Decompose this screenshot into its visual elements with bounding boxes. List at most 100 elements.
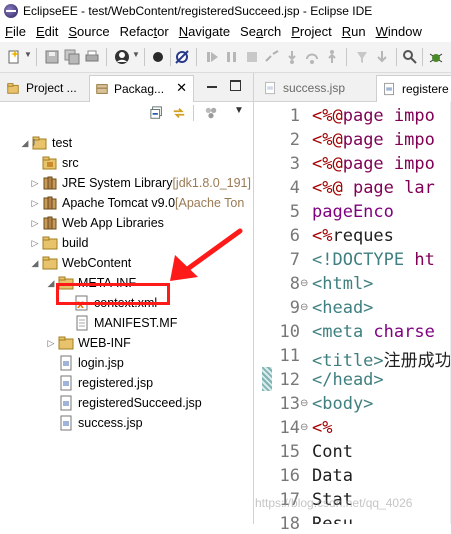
resume-icon[interactable] xyxy=(204,49,220,65)
project-icon: J xyxy=(32,135,48,151)
collapsed-arrow-icon[interactable]: ▷ xyxy=(46,338,56,349)
tree-item-suffix: [Apache Ton xyxy=(175,196,245,210)
jsp-file-icon xyxy=(265,81,275,95)
menu-refactor[interactable]: Refactor xyxy=(120,24,169,39)
save-icon[interactable] xyxy=(44,49,60,65)
line-number: 9 xyxy=(289,298,300,318)
code-line: <%@page impo xyxy=(312,154,435,174)
menu-search[interactable]: Search xyxy=(240,24,281,39)
step-into-icon[interactable] xyxy=(284,49,300,65)
skip-breakpoints-icon[interactable] xyxy=(174,49,190,65)
tree-item-label: test xyxy=(52,136,73,150)
annotation-arrow xyxy=(170,228,243,281)
menu-edit[interactable]: Edit xyxy=(36,24,58,39)
toolbar-separator xyxy=(106,48,107,66)
tree-item-test[interactable]: ◢ Jtest xyxy=(20,133,73,153)
editor-tab-success[interactable]: success.jsp xyxy=(264,76,374,100)
expanded-arrow-icon[interactable]: ◢ xyxy=(46,278,56,289)
print-icon[interactable] xyxy=(84,49,100,65)
source-code[interactable]: <%@page impo <%@page impo <%@page impo <%@ … xyxy=(312,102,451,524)
tree-item-label: login.jsp xyxy=(78,356,124,370)
tree-item-label: Apache Tomcat v9.0 xyxy=(62,196,176,210)
tree-item-registered-jsp[interactable]: registered.jsp xyxy=(46,373,153,393)
menu-project[interactable]: Project xyxy=(291,24,331,39)
maximize-icon[interactable] xyxy=(230,80,241,91)
toolbar-separator xyxy=(144,48,145,66)
code-line: <% xyxy=(312,418,333,438)
suspend-icon[interactable] xyxy=(224,49,240,65)
drop-to-frame-icon[interactable] xyxy=(374,49,390,65)
step-return-icon[interactable] xyxy=(324,49,340,65)
code-line: Resu xyxy=(312,514,353,524)
tree-item-manifest-mf[interactable]: MANIFEST.MF xyxy=(62,313,177,333)
tree-item-apache-tomcat-v9-0[interactable]: ▷ Apache Tomcat v9.0 [Apache Ton xyxy=(30,193,245,213)
tree-item-success-jsp[interactable]: success.jsp xyxy=(46,413,143,433)
left-tab-row: Project ... Packag... ✕ xyxy=(0,73,253,102)
new-dropdown-icon[interactable]: ▼ xyxy=(24,50,32,59)
tree-item-jre-system-library[interactable]: ▷ JRE System Library [jdk1.8.0_191] xyxy=(30,173,251,193)
toolbar-separator xyxy=(170,48,171,66)
code-line: <meta charse xyxy=(312,322,435,342)
person-icon[interactable] xyxy=(114,49,130,65)
line-number: 14 xyxy=(279,418,300,438)
fold-toggle-icon[interactable]: ⊖ xyxy=(300,422,310,433)
terminate-icon[interactable] xyxy=(244,49,260,65)
jsp-file-icon xyxy=(58,395,74,411)
tab-package-explorer[interactable]: Packag... ✕ xyxy=(89,75,194,102)
focus-icon[interactable] xyxy=(204,106,218,120)
expanded-arrow-icon[interactable]: ◢ xyxy=(20,138,30,149)
person-dropdown-icon[interactable]: ▼ xyxy=(132,50,140,59)
use-step-filters-icon[interactable] xyxy=(354,49,370,65)
debug-icon[interactable] xyxy=(428,49,444,65)
change-marker xyxy=(262,367,272,391)
toolbar-separator xyxy=(396,48,397,66)
fold-toggle-icon[interactable]: ⊖ xyxy=(300,278,310,289)
tree-item-suffix: [jdk1.8.0_191] xyxy=(172,176,251,190)
collapsed-arrow-icon[interactable]: ▷ xyxy=(30,238,40,249)
fold-toggle-icon[interactable]: ⊖ xyxy=(300,302,310,313)
collapsed-arrow-icon[interactable]: ▷ xyxy=(30,198,40,209)
editor-tab-registeredsucceed[interactable]: registere xyxy=(376,75,451,102)
toggle-breakpoints-icon[interactable] xyxy=(150,49,166,65)
menu-run[interactable]: Run xyxy=(342,24,366,39)
minimize-icon[interactable] xyxy=(207,86,217,88)
file-icon xyxy=(74,315,90,331)
toolbar-separator xyxy=(36,48,37,66)
collapsed-arrow-icon[interactable]: ▷ xyxy=(30,178,40,189)
link-with-editor-icon[interactable] xyxy=(172,106,186,120)
save-all-icon[interactable] xyxy=(64,49,80,65)
line-number: 12 xyxy=(279,370,300,390)
jsp-file-icon xyxy=(58,355,74,371)
line-number-gutter: 1 2 3 4 5 6 7 8 ⊖ 9 ⊖ 10 11 12 13 ⊖ 14 ⊖ 15 16 17 18 xyxy=(254,102,310,534)
tree-item-registeredsucceed-jsp[interactable]: registeredSucceed.jsp xyxy=(46,393,202,413)
tree-item-src[interactable]: src xyxy=(30,153,79,173)
line-number: 2 xyxy=(289,130,300,150)
menu-navigate[interactable]: Navigate xyxy=(179,24,230,39)
library-icon xyxy=(42,195,58,211)
menu-file[interactable]: File xyxy=(5,24,26,39)
new-icon[interactable] xyxy=(6,49,22,65)
tree-item-build[interactable]: ▷ build xyxy=(30,233,89,253)
collapse-all-icon[interactable] xyxy=(150,106,164,120)
tree-item-web-app-libraries[interactable]: ▷ Web App Libraries xyxy=(30,213,164,233)
menu-source[interactable]: Source xyxy=(68,24,109,39)
line-number: 1 xyxy=(289,106,300,126)
view-menu-icon[interactable]: ▼ xyxy=(234,105,244,116)
tree-item-web-inf[interactable]: ▷ WEB-INF xyxy=(46,333,131,353)
search-icon[interactable] xyxy=(402,49,418,65)
tab-project-explorer[interactable]: Project ... xyxy=(0,76,88,100)
collapsed-arrow-icon[interactable]: ▷ xyxy=(30,218,40,229)
close-icon[interactable]: ✕ xyxy=(176,80,187,96)
tree-item-webcontent[interactable]: ◢ WebContent xyxy=(30,253,132,273)
menu-window[interactable]: Window xyxy=(376,24,422,39)
src-folder-icon xyxy=(42,155,58,171)
step-over-icon[interactable] xyxy=(304,49,320,65)
tree-item-login-jsp[interactable]: login.jsp xyxy=(46,353,124,373)
code-line: pageEnco xyxy=(312,202,394,222)
code-line: <head> xyxy=(312,298,374,318)
disconnect-icon[interactable] xyxy=(264,49,280,65)
code-line: <%@ page lar xyxy=(312,178,435,198)
fold-toggle-icon[interactable]: ⊖ xyxy=(300,398,310,409)
folder-icon xyxy=(42,235,58,251)
expanded-arrow-icon[interactable]: ◢ xyxy=(30,258,40,269)
